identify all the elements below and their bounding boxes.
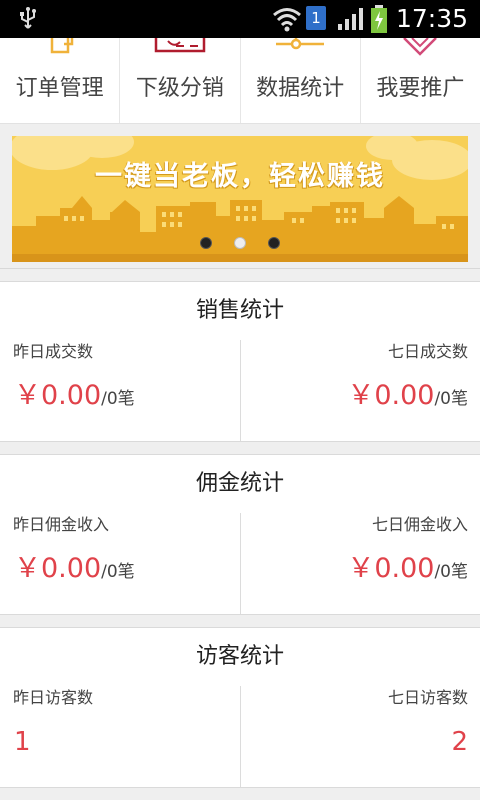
nav-label: 数据统计	[256, 76, 345, 101]
stat-amount: ￥0.00	[347, 380, 435, 411]
wifi-icon	[273, 8, 301, 32]
status-bar: 1 17:35	[0, 0, 480, 38]
stat-count: /0笔	[101, 562, 135, 582]
order-icon	[50, 38, 73, 54]
nav-promote[interactable]: 我要推广	[361, 38, 480, 123]
visitor-count: 2	[451, 727, 468, 757]
nav-label: 下级分销	[135, 76, 224, 101]
top-nav: 订单管理 下级分销 数据统计 我要推广	[0, 38, 480, 124]
stat-value: ￥0.00/0笔	[14, 551, 135, 590]
stat-label: 七日佣金收入	[371, 515, 468, 534]
stat-value: 2	[451, 724, 468, 763]
section-divider	[0, 268, 480, 269]
visitor-stats-title: 访客统计	[195, 644, 284, 669]
sim-icon: 1	[306, 6, 326, 30]
promo-banner[interactable]: 一键当老板，轻松赚钱	[12, 136, 468, 262]
signal-icon	[338, 8, 363, 30]
stat-value: ￥0.00/0笔	[347, 551, 468, 590]
stat-value: 1	[14, 724, 31, 763]
stat-amount: ￥0.00	[14, 380, 102, 411]
nav-label: 订单管理	[15, 76, 104, 101]
pagination-dot[interactable]	[200, 237, 212, 249]
stat-label: 昨日佣金收入	[13, 515, 110, 534]
seven-day-visitors[interactable]: 七日访客数 2	[240, 686, 480, 787]
commission-stats-card: 佣金统计 昨日佣金收入 ￥0.00/0笔 七日佣金收入 ￥0.00/0笔	[0, 454, 480, 615]
visitor-stats-card: 访客统计 昨日访客数 1 七日访客数 2	[0, 627, 480, 788]
distribution-icon	[154, 38, 206, 53]
stat-label: 昨日成交数	[13, 342, 94, 361]
stat-count: /0笔	[434, 389, 468, 409]
stat-value: ￥0.00/0笔	[14, 378, 135, 417]
yesterday-commission[interactable]: 昨日佣金收入 ￥0.00/0笔	[0, 513, 240, 614]
commission-stats-title: 佣金统计	[195, 471, 284, 496]
clock: 17:35	[396, 4, 469, 33]
seven-day-sales[interactable]: 七日成交数 ￥0.00/0笔	[240, 340, 480, 441]
visitor-count: 1	[14, 727, 31, 757]
stat-label: 七日成交数	[387, 342, 468, 361]
usb-icon	[20, 7, 36, 29]
nav-data-statistics[interactable]: 数据统计	[241, 38, 361, 123]
yesterday-sales[interactable]: 昨日成交数 ￥0.00/0笔	[0, 340, 240, 441]
banner-pagination	[12, 237, 468, 249]
sales-stats-card: 销售统计 昨日成交数 ￥0.00/0笔 七日成交数 ￥0.00/0笔	[0, 281, 480, 442]
nav-sub-distribution[interactable]: 下级分销	[120, 38, 241, 123]
stat-value: ￥0.00/0笔	[347, 378, 468, 417]
stat-amount: ￥0.00	[14, 553, 102, 584]
sales-stats-title: 销售统计	[195, 298, 284, 323]
statistics-icon	[276, 38, 325, 50]
nav-order-management[interactable]: 订单管理	[0, 38, 121, 123]
pagination-dot-active[interactable]	[234, 237, 246, 249]
yesterday-visitors[interactable]: 昨日访客数 1	[0, 686, 240, 787]
stat-count: /0笔	[101, 389, 135, 409]
stat-amount: ￥0.00	[347, 553, 435, 584]
stat-label: 七日访客数	[387, 688, 468, 707]
promote-icon	[403, 38, 438, 56]
stat-count: /0笔	[434, 562, 468, 582]
pagination-dot[interactable]	[268, 237, 280, 249]
banner-slogan: 一键当老板，轻松赚钱	[95, 161, 385, 192]
stat-label: 昨日访客数	[13, 688, 94, 707]
seven-day-commission[interactable]: 七日佣金收入 ￥0.00/0笔	[240, 513, 480, 614]
battery-charging-icon	[371, 5, 387, 33]
nav-label: 我要推广	[376, 76, 465, 101]
